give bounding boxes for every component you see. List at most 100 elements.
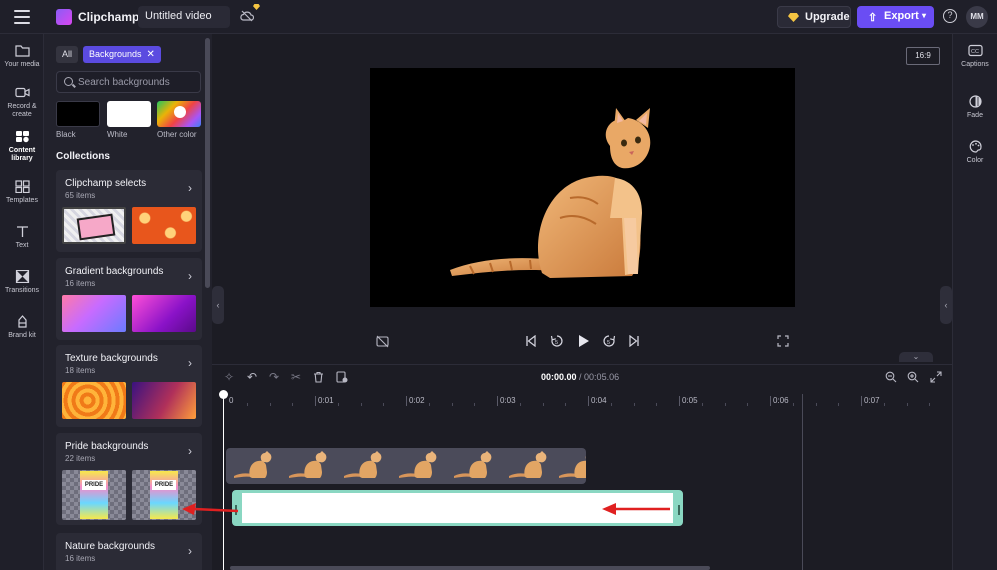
clipchamp-logo bbox=[56, 9, 72, 25]
skip-forward-icon[interactable] bbox=[628, 335, 640, 347]
gem-icon bbox=[788, 13, 799, 22]
rail-item-captions[interactable]: CC Captions bbox=[953, 44, 997, 69]
search-placeholder: Search backgrounds bbox=[78, 77, 170, 88]
rail-item-color[interactable]: Color bbox=[953, 140, 997, 165]
timeline-scrollbar[interactable] bbox=[230, 566, 710, 570]
minor-tick bbox=[792, 403, 794, 406]
play-icon[interactable] bbox=[577, 334, 590, 348]
rail-item-brand-kit[interactable]: Brand kit bbox=[0, 315, 44, 340]
trash-icon[interactable] bbox=[313, 371, 324, 383]
minor-tick bbox=[269, 403, 271, 406]
swatch-white[interactable] bbox=[107, 101, 151, 127]
rail-label: Content library bbox=[8, 147, 36, 162]
collapse-timeline-button[interactable]: ⌄ bbox=[899, 352, 933, 362]
tick-line bbox=[588, 396, 589, 406]
tick-label: 0:05 bbox=[682, 396, 698, 405]
tick-line bbox=[315, 396, 316, 406]
rail-item-transitions[interactable]: Transitions bbox=[0, 270, 44, 295]
svg-text:5: 5 bbox=[555, 340, 558, 346]
top-bar: Clipchamp Untitled video Upgrade ⇧ Expor… bbox=[0, 0, 997, 34]
magic-icon[interactable]: ✧ bbox=[224, 370, 234, 384]
rail-item-your-media[interactable]: Your media bbox=[0, 44, 44, 69]
minor-tick bbox=[428, 403, 430, 406]
text-icon bbox=[16, 226, 28, 237]
rail-item-fade[interactable]: Fade bbox=[953, 95, 997, 120]
thumbnail-texture-orange[interactable] bbox=[62, 382, 126, 419]
minor-tick bbox=[815, 403, 817, 406]
menu-icon[interactable] bbox=[14, 10, 30, 24]
zoom-in-icon[interactable] bbox=[907, 371, 919, 383]
rewind-5-icon[interactable]: 5 bbox=[550, 334, 564, 348]
swatch-black[interactable] bbox=[56, 101, 100, 127]
chevron-right-icon: › bbox=[188, 181, 192, 195]
thumbnail-pride-1[interactable]: PRIDE bbox=[62, 470, 126, 520]
add-to-timeline-icon[interactable] bbox=[336, 371, 348, 383]
redo-icon[interactable]: ↷ bbox=[269, 370, 279, 384]
timecode: 00:00.00 / 00:05.06 bbox=[541, 372, 619, 382]
rail-item-text[interactable]: Text bbox=[0, 225, 44, 250]
tick-label: 0:06 bbox=[773, 396, 789, 405]
rail-label: Color bbox=[966, 157, 984, 164]
collection-title: Gradient backgrounds bbox=[65, 266, 164, 277]
export-label: Export bbox=[884, 10, 919, 22]
rail-label: Record & create bbox=[7, 103, 37, 118]
rail-item-templates[interactable]: Templates bbox=[0, 180, 44, 205]
forward-5-icon[interactable]: 5 bbox=[602, 334, 616, 348]
collapse-right-panel-button[interactable]: ‹ bbox=[940, 286, 952, 324]
thumbnail-gradient-magenta[interactable] bbox=[132, 295, 196, 332]
swatch-label-other: Other color bbox=[157, 130, 197, 139]
video-preview-canvas[interactable] bbox=[370, 68, 795, 307]
fit-timeline-icon[interactable] bbox=[930, 371, 942, 383]
minor-tick bbox=[906, 403, 908, 406]
export-button[interactable]: ⇧ Export ▾ bbox=[857, 6, 934, 28]
zoom-out-icon[interactable] bbox=[885, 371, 897, 383]
rail-label: Fade bbox=[967, 112, 983, 119]
minor-tick bbox=[656, 403, 658, 406]
playhead-handle[interactable] bbox=[219, 390, 228, 399]
collection-card-texture[interactable]: Texture backgrounds 18 items › bbox=[56, 345, 202, 427]
rail-item-record-create[interactable]: Record & create bbox=[0, 86, 44, 119]
cloud-sync-off-icon[interactable] bbox=[240, 10, 254, 22]
upgrade-button[interactable]: Upgrade bbox=[777, 6, 851, 28]
aspect-ratio-button[interactable]: 16:9 bbox=[906, 47, 940, 65]
collection-card-clipchamp-selects[interactable]: Clipchamp selects 65 items › bbox=[56, 170, 202, 252]
avatar[interactable]: MM bbox=[966, 6, 988, 28]
thumbnail-texture-purple[interactable] bbox=[132, 382, 196, 419]
content-library-icon bbox=[15, 131, 29, 143]
project-title-input[interactable]: Untitled video bbox=[138, 6, 230, 28]
minor-tick bbox=[451, 403, 453, 406]
collection-title: Pride backgrounds bbox=[65, 441, 149, 452]
search-input[interactable]: Search backgrounds bbox=[56, 71, 201, 93]
annotation-arrow-left bbox=[182, 503, 239, 515]
swatch-label-black: Black bbox=[56, 130, 76, 139]
trim-handle-right[interactable] bbox=[678, 505, 680, 515]
minor-tick bbox=[883, 403, 885, 406]
collection-card-gradient[interactable]: Gradient backgrounds 16 items › bbox=[56, 258, 202, 340]
filter-chip-backgrounds[interactable]: Backgrounds ✕ bbox=[83, 46, 161, 63]
fullscreen-icon[interactable] bbox=[777, 335, 789, 347]
tick-line bbox=[497, 396, 498, 406]
collection-count: 16 items bbox=[65, 554, 96, 563]
skip-back-icon[interactable] bbox=[525, 335, 537, 347]
collection-card-nature[interactable]: Nature backgrounds 16 items › bbox=[56, 533, 202, 570]
close-icon[interactable]: ✕ bbox=[147, 49, 155, 60]
collapse-left-panel-button[interactable]: ‹ bbox=[212, 286, 224, 324]
rail-label: Templates bbox=[6, 197, 38, 204]
playhead[interactable] bbox=[223, 394, 224, 570]
hide-preview-icon[interactable] bbox=[376, 335, 389, 348]
filter-chip-all[interactable]: All bbox=[56, 46, 79, 63]
minor-tick bbox=[610, 403, 612, 406]
video-clip-cat[interactable] bbox=[226, 448, 586, 484]
panel-scrollbar[interactable] bbox=[205, 38, 210, 288]
minor-tick bbox=[383, 403, 385, 406]
minor-tick bbox=[633, 403, 635, 406]
thumbnail-gradient-pink-blue[interactable] bbox=[62, 295, 126, 332]
tick-line bbox=[406, 396, 407, 406]
thumbnail-orange-pattern[interactable] bbox=[132, 207, 196, 244]
help-icon[interactable]: ? bbox=[943, 9, 957, 23]
app-name: Clipchamp bbox=[78, 10, 140, 24]
rail-item-content-library[interactable]: Content library bbox=[0, 130, 44, 163]
scissors-icon[interactable]: ✂ bbox=[291, 370, 301, 384]
thumbnail-comic-pink[interactable] bbox=[62, 207, 126, 244]
undo-icon[interactable]: ↶ bbox=[247, 370, 257, 384]
